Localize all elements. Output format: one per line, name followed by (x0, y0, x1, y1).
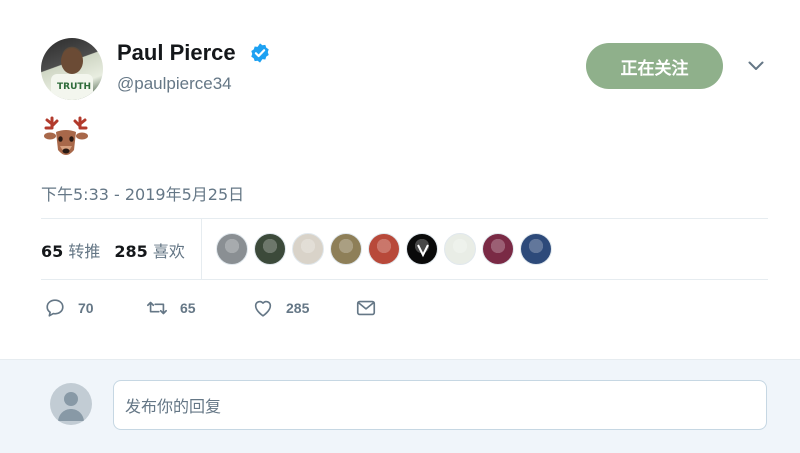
avatar-face (61, 48, 83, 74)
current-user-avatar (50, 383, 92, 425)
default-user-icon (58, 392, 84, 421)
divider-top (41, 218, 768, 219)
divider-bottom (41, 279, 768, 280)
retweet-count: 65 (180, 300, 196, 316)
avatar-jersey-text: TRUTH (57, 82, 92, 92)
likes-stat-count: 285 (114, 242, 148, 261)
tweet-timestamp[interactable]: 下午5:33 - 2019年5月25日 (41, 181, 244, 205)
retweets-stat[interactable]: 65 转推 (41, 238, 100, 262)
liker-avatar[interactable] (482, 233, 514, 265)
retweet-icon (147, 301, 167, 315)
like-count: 285 (286, 300, 310, 316)
likes-stat-label: 喜欢 (152, 242, 185, 261)
reply-placeholder: 发布你的回复 (125, 397, 222, 416)
reply-action[interactable]: 70 (44, 297, 94, 319)
retweets-stat-count: 65 (41, 242, 64, 261)
liker-avatar[interactable] (368, 233, 400, 265)
avatar-jersey: TRUTH (51, 74, 93, 100)
user-handle[interactable]: @paulpierce34 (117, 74, 232, 94)
liker-avatar[interactable] (406, 233, 438, 265)
liker-avatar[interactable] (520, 233, 552, 265)
likes-stat[interactable]: 285 喜欢 (114, 238, 185, 262)
retweets-stat-label: 转推 (68, 242, 101, 261)
envelope-icon (356, 300, 376, 316)
liker-avatar[interactable] (330, 233, 362, 265)
liker-avatar[interactable] (292, 233, 324, 265)
reply-icon (46, 299, 64, 317)
liker-avatar[interactable] (216, 233, 248, 265)
verified-badge-icon (251, 43, 269, 63)
liker-avatar[interactable] (254, 233, 286, 265)
user-name[interactable]: Paul Pierce (117, 40, 236, 66)
v-logo-icon (417, 244, 429, 258)
reply-input[interactable]: 发布你的回复 (113, 380, 767, 430)
deer-emoji (44, 116, 88, 155)
heart-icon (254, 300, 272, 317)
stats-separator (201, 219, 202, 279)
like-action[interactable]: 285 (252, 297, 309, 319)
liker-avatar[interactable] (444, 233, 476, 265)
message-action[interactable] (355, 297, 377, 319)
chevron-down-icon[interactable] (748, 61, 764, 71)
engagement-stats: 65 转推 285 喜欢 (41, 238, 185, 262)
liker-avatars (216, 233, 552, 265)
user-avatar[interactable]: TRUTH (41, 38, 103, 100)
reply-count: 70 (78, 300, 94, 316)
following-button[interactable]: 正在关注 (586, 43, 723, 89)
retweet-action[interactable]: 65 (146, 297, 196, 319)
